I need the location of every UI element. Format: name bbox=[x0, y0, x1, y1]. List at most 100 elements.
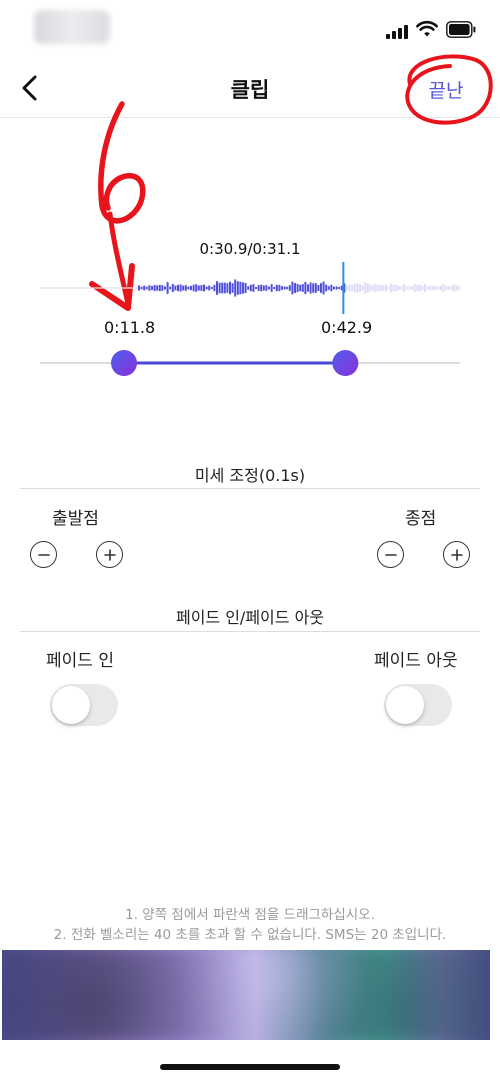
waveform-bar bbox=[156, 285, 159, 291]
start-time-label: 0:11.8 bbox=[104, 318, 156, 337]
waveform-bar bbox=[140, 286, 143, 290]
waveform-bar bbox=[361, 285, 364, 291]
waveform-bar bbox=[273, 286, 276, 290]
playhead-time: 0:30.9/0:31.1 bbox=[199, 240, 301, 258]
waveform-bar bbox=[377, 284, 380, 292]
waveform-bar bbox=[190, 285, 192, 291]
instruction-line: 2. 전화 벨소리는 40 초를 초과 할 수 없습니다. SMS는 20 초입… bbox=[53, 927, 447, 943]
waveform-bar bbox=[325, 284, 328, 292]
slider-end-handle[interactable] bbox=[332, 350, 359, 376]
waveform-bar bbox=[255, 286, 257, 290]
waveform-bar bbox=[210, 286, 213, 290]
waveform-bar bbox=[398, 286, 400, 290]
done-button[interactable]: 끝난 bbox=[416, 76, 476, 103]
waveform-bar bbox=[231, 283, 234, 293]
waveform-bar bbox=[369, 284, 372, 292]
status-bar bbox=[0, 0, 500, 60]
start-decrement-button[interactable] bbox=[30, 541, 57, 568]
fade-in-toggle[interactable] bbox=[50, 684, 118, 726]
minus-icon bbox=[384, 553, 397, 556]
waveform-bar bbox=[143, 285, 146, 291]
waveform-bar bbox=[281, 286, 283, 290]
waveform-bar bbox=[444, 285, 447, 291]
waveform-bar bbox=[213, 284, 216, 292]
waveform-bar bbox=[229, 281, 231, 295]
waveform-bar bbox=[187, 286, 190, 290]
navigation-bar: 클립 끝난 bbox=[0, 60, 500, 118]
waveform-bar bbox=[455, 285, 458, 291]
waveform-bar bbox=[283, 286, 286, 290]
instruction-line: 1. 양쪽 점에서 파란색 점을 드래그하십시오. bbox=[125, 907, 375, 923]
slider-start-handle[interactable] bbox=[111, 350, 137, 376]
waveform-bar bbox=[197, 285, 200, 291]
plus-icon bbox=[450, 548, 463, 561]
waveform-bar bbox=[439, 285, 442, 291]
waveform-bar bbox=[252, 284, 255, 292]
waveform-bar bbox=[413, 284, 416, 292]
toggle-knob bbox=[386, 686, 424, 724]
waveform[interactable] bbox=[40, 262, 460, 314]
waveform-bar bbox=[424, 284, 426, 292]
waveform-bar bbox=[395, 284, 398, 292]
waveform-bar bbox=[317, 284, 320, 292]
waveform-bar bbox=[205, 286, 208, 290]
waveform-bar bbox=[387, 286, 390, 290]
waveform-bar bbox=[364, 282, 367, 294]
waveform-bar bbox=[330, 284, 333, 292]
fade-in-label: 페이드 인 bbox=[46, 651, 114, 671]
waveform-bar bbox=[416, 285, 419, 291]
waveform-bar bbox=[405, 286, 408, 290]
waveform-bar bbox=[437, 286, 439, 290]
waveform-bar bbox=[221, 282, 224, 294]
waveform-bar bbox=[382, 285, 385, 291]
waveform-bar bbox=[434, 285, 437, 291]
waveform-bar bbox=[356, 283, 359, 293]
waveform-bar bbox=[275, 284, 278, 292]
fade-title: 페이드 인/페이드 아웃 bbox=[175, 608, 325, 627]
waveform-bar bbox=[307, 284, 309, 292]
home-indicator bbox=[160, 1064, 340, 1070]
waveform-bar bbox=[403, 283, 406, 293]
waveform-bar bbox=[379, 284, 382, 292]
fade-out-toggle[interactable] bbox=[384, 684, 452, 726]
end-decrement-button[interactable] bbox=[377, 541, 404, 568]
waveform-bar bbox=[385, 284, 387, 292]
waveform-bar bbox=[327, 286, 330, 290]
start-increment-button[interactable] bbox=[96, 541, 123, 568]
waveform-bar bbox=[301, 284, 304, 292]
waveform-bar bbox=[374, 283, 377, 293]
waveform-bar bbox=[195, 284, 198, 292]
waveform-bar bbox=[151, 286, 153, 290]
waveform-bar bbox=[257, 285, 260, 291]
waveform-bar bbox=[286, 286, 289, 290]
waveform-bar bbox=[218, 282, 221, 294]
waveform-bar bbox=[247, 286, 250, 290]
waveform-bar bbox=[208, 285, 211, 291]
clip-range-slider[interactable] bbox=[40, 344, 460, 382]
waveform-bar bbox=[457, 285, 460, 291]
waveform-bar bbox=[177, 284, 179, 292]
waveform-bar bbox=[234, 279, 237, 297]
waveform-bar bbox=[200, 285, 203, 291]
toggle-knob bbox=[52, 686, 90, 724]
waveform-bar bbox=[372, 285, 374, 291]
waveform-bar bbox=[291, 281, 294, 295]
instructions: 1. 양쪽 점에서 파란색 점을 드래그하십시오. 2. 전화 벨소리는 40 … bbox=[0, 905, 500, 945]
waveform-bar bbox=[447, 285, 450, 291]
waveform-bar bbox=[145, 286, 148, 290]
end-point-label: 종점 bbox=[405, 509, 437, 529]
waveform-bar bbox=[296, 283, 299, 293]
waveform-bar bbox=[138, 285, 140, 291]
waveform-bar bbox=[442, 284, 445, 292]
waveform-bar bbox=[192, 284, 195, 292]
waveform-bar bbox=[236, 281, 239, 295]
waveform-bar bbox=[148, 285, 151, 291]
end-increment-button[interactable] bbox=[443, 541, 470, 568]
waveform-bar bbox=[392, 284, 395, 292]
ad-banner[interactable] bbox=[2, 950, 490, 1040]
battery-icon bbox=[446, 21, 476, 38]
start-point-label: 출발점 bbox=[52, 509, 99, 529]
waveform-bar bbox=[242, 282, 244, 294]
waveform-bar bbox=[174, 285, 177, 291]
waveform-bar bbox=[320, 283, 322, 293]
